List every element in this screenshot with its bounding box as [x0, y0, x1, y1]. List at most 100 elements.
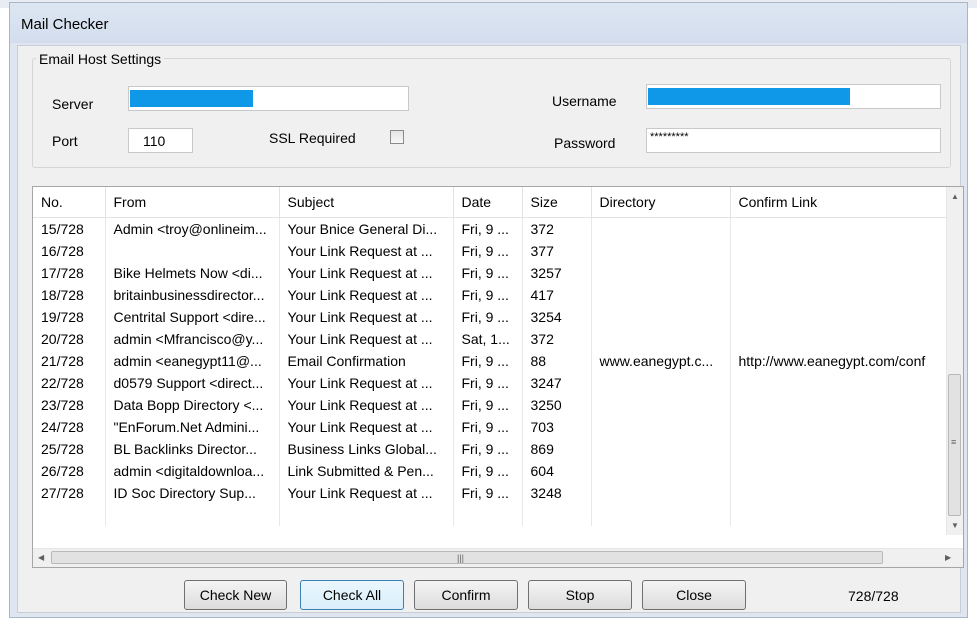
cell-from: [105, 240, 280, 262]
cell-confirm-link: [730, 438, 950, 460]
password-value: *********: [650, 131, 689, 143]
table-row[interactable]: 23/728 Data Bopp Directory <... Your Lin…: [33, 394, 950, 416]
grip-icon: |||: [457, 553, 465, 563]
message-counter: 728/728: [848, 588, 899, 604]
cell-confirm-link: [730, 284, 950, 306]
cell-from: Bike Helmets Now <di...: [105, 262, 280, 284]
cell-no: 17/728: [33, 262, 106, 284]
cell-confirm-link: [730, 262, 950, 284]
column-header-confirm-link[interactable]: Confirm Link: [730, 187, 950, 218]
cell-no: 21/728: [33, 350, 106, 372]
table-row[interactable]: 22/728 d0579 Support <direct... Your Lin…: [33, 372, 950, 394]
port-label: Port: [52, 133, 78, 149]
horizontal-scroll-thumb[interactable]: |||: [51, 551, 883, 564]
column-header-date[interactable]: Date: [453, 187, 523, 218]
cell-date: Sat, 1...: [453, 328, 523, 350]
cell-confirm-link: [730, 240, 950, 262]
cell-from: Admin <troy@onlineim...: [105, 217, 280, 240]
cell-date: Fri, 9 ...: [453, 350, 523, 372]
cell-from: britainbusinessdirector...: [105, 284, 280, 306]
cell-no: 19/728: [33, 306, 106, 328]
column-header-no[interactable]: No.: [33, 187, 106, 218]
cell-size: 3248: [522, 482, 592, 504]
cell-date: Fri, 9 ...: [453, 460, 523, 482]
username-redaction-bar: [648, 88, 850, 105]
table-row[interactable]: 24/728 "EnForum.Net Admini... Your Link …: [33, 416, 950, 438]
cell-directory: [591, 262, 731, 284]
scroll-right-arrow-icon[interactable]: ▶: [945, 553, 951, 562]
cell-confirm-link: [730, 482, 950, 504]
title-bar[interactable]: Mail Checker: [10, 3, 967, 43]
table-row[interactable]: 16/728 Your Link Request at ... Fri, 9 .…: [33, 240, 950, 262]
ssl-required-label: SSL Required: [269, 130, 356, 146]
cell-no: 26/728: [33, 460, 106, 482]
cell-date: Fri, 9 ...: [453, 262, 523, 284]
cell-size: 604: [522, 460, 592, 482]
table-row[interactable]: 26/728 admin <digitaldownloa... Link Sub…: [33, 460, 950, 482]
column-header-size[interactable]: Size: [522, 187, 592, 218]
server-redaction-bar: [130, 90, 253, 107]
column-header-directory[interactable]: Directory: [591, 187, 731, 218]
scroll-left-arrow-icon[interactable]: ◀: [38, 553, 44, 562]
mail-list-grid[interactable]: No. From Subject Date Size Directory Con…: [32, 186, 964, 568]
table-row-empty: [33, 504, 950, 526]
horizontal-scrollbar[interactable]: ◀ ||| ▶: [33, 548, 963, 567]
stop-button[interactable]: Stop: [528, 580, 632, 610]
vertical-scroll-thumb[interactable]: ≡: [948, 374, 961, 516]
cell-size: 377: [522, 240, 592, 262]
cell-directory: [591, 482, 731, 504]
cell-directory: [591, 217, 731, 240]
scroll-up-arrow-icon[interactable]: ▲: [951, 192, 959, 201]
cell-date: Fri, 9 ...: [453, 306, 523, 328]
server-input[interactable]: [128, 86, 409, 111]
cell-subject: Your Link Request at ...: [279, 482, 454, 504]
cell-directory: [591, 306, 731, 328]
ssl-required-checkbox[interactable]: [390, 130, 404, 144]
cell-no: 27/728: [33, 482, 106, 504]
cell-confirm-link: [730, 460, 950, 482]
column-header-subject[interactable]: Subject: [279, 187, 454, 218]
table-row[interactable]: 25/728 BL Backlinks Director... Business…: [33, 438, 950, 460]
cell-size: 703: [522, 416, 592, 438]
server-label: Server: [52, 96, 94, 112]
mail-checker-window: Mail Checker Email Host Settings Server …: [9, 2, 968, 618]
port-input[interactable]: 110: [128, 128, 193, 153]
cell-date: Fri, 9 ...: [453, 372, 523, 394]
close-button[interactable]: Close: [642, 580, 746, 610]
check-all-button[interactable]: Check All: [300, 580, 404, 610]
cell-date: Fri, 9 ...: [453, 438, 523, 460]
cell-size: 3247: [522, 372, 592, 394]
table-row[interactable]: 15/728 Admin <troy@onlineim... Your Bnic…: [33, 217, 950, 240]
table-row[interactable]: 17/728 Bike Helmets Now <di... Your Link…: [33, 262, 950, 284]
cell-directory: [591, 240, 731, 262]
column-header-from[interactable]: From: [105, 187, 280, 218]
mail-table: No. From Subject Date Size Directory Con…: [33, 187, 950, 526]
cell-date: Fri, 9 ...: [453, 284, 523, 306]
cell-from: Data Bopp Directory <...: [105, 394, 280, 416]
table-row[interactable]: 18/728 britainbusinessdirector... Your L…: [33, 284, 950, 306]
table-row[interactable]: 19/728 Centrital Support <dire... Your L…: [33, 306, 950, 328]
password-input[interactable]: *********: [646, 128, 941, 153]
cell-no: 23/728: [33, 394, 106, 416]
table-row[interactable]: 27/728 ID Soc Directory Sup... Your Link…: [33, 482, 950, 504]
table-row[interactable]: 20/728 admin <Mfrancisco@y... Your Link …: [33, 328, 950, 350]
cell-directory: [591, 394, 731, 416]
cell-confirm-link: [730, 372, 950, 394]
cell-subject: Your Link Request at ...: [279, 394, 454, 416]
cell-directory: [591, 284, 731, 306]
scroll-down-arrow-icon[interactable]: ▼: [951, 521, 959, 530]
vertical-scrollbar[interactable]: ▲ ≡ ▼: [946, 187, 963, 535]
cell-date: Fri, 9 ...: [453, 416, 523, 438]
table-row[interactable]: 21/728 admin <eanegypt11@... Email Confi…: [33, 350, 950, 372]
confirm-button[interactable]: Confirm: [414, 580, 518, 610]
cell-date: Fri, 9 ...: [453, 394, 523, 416]
cell-date: Fri, 9 ...: [453, 217, 523, 240]
password-label: Password: [554, 135, 616, 151]
cell-subject: Your Link Request at ...: [279, 416, 454, 438]
cell-directory: [591, 416, 731, 438]
username-input[interactable]: [646, 84, 941, 109]
check-new-button[interactable]: Check New: [184, 580, 287, 610]
cell-from: "EnForum.Net Admini...: [105, 416, 280, 438]
cell-no: 18/728: [33, 284, 106, 306]
cell-no: 15/728: [33, 217, 106, 240]
